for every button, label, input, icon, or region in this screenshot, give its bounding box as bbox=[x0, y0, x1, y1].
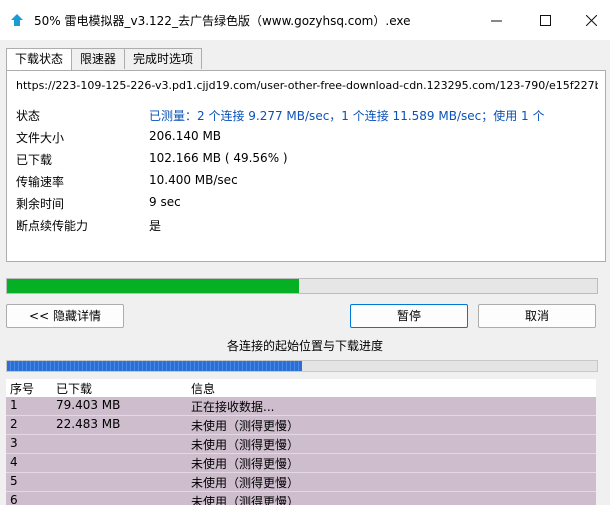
download-status-panel: https://223-109-125-226-v3.pd1.cjjd19.co… bbox=[6, 70, 606, 262]
download-progress-fill bbox=[7, 279, 300, 293]
transfer-rate-label: 传输速率 bbox=[16, 175, 65, 189]
download-progress-bar bbox=[6, 278, 598, 294]
tab-completion-options[interactable]: 完成时选项 bbox=[124, 48, 203, 69]
hide-details-button[interactable]: << 隐藏详情 bbox=[6, 304, 124, 328]
info-row-status: 状态 已测量：2 个连接 9.277 MB/sec，1 个连接 11.589 M… bbox=[16, 107, 601, 125]
row-info: 未使用（测得更慢） bbox=[191, 457, 300, 471]
window-title: 50% 雷电模拟器_v3.122_去广告绿色版（www.gozyhsq.com）… bbox=[34, 14, 411, 28]
table-header: 序号 已下载 信息 bbox=[6, 379, 596, 396]
table-row[interactable]: 2 22.483 MB 未使用（测得更慢） bbox=[6, 416, 596, 435]
close-button[interactable] bbox=[571, 8, 610, 32]
column-header-downloaded[interactable]: 已下载 bbox=[56, 380, 92, 397]
info-row-time-left: 剩余时间 9 sec bbox=[16, 195, 601, 213]
row-info: 未使用（测得更慢） bbox=[191, 419, 300, 433]
row-number: 6 bbox=[10, 493, 18, 505]
row-info: 正在接收数据... bbox=[191, 400, 275, 414]
connections-table[interactable]: 序号 已下载 信息 1 79.403 MB 正在接收数据... 2 22.483… bbox=[6, 379, 596, 505]
tab-speed-limiter[interactable]: 限速器 bbox=[71, 48, 126, 69]
info-row-resume-capability: 断点续传能力 是 bbox=[16, 217, 601, 235]
column-header-info[interactable]: 信息 bbox=[191, 380, 215, 397]
time-left-value: 9 sec bbox=[149, 195, 181, 209]
close-icon bbox=[585, 14, 597, 26]
row-number: 3 bbox=[10, 436, 18, 450]
table-row[interactable]: 6 未使用（测得更慢） bbox=[6, 492, 596, 505]
connections-caption: 各连接的起始位置与下载进度 bbox=[226, 339, 383, 353]
tab-download-status[interactable]: 下载状态 bbox=[6, 48, 73, 71]
table-row[interactable]: 5 未使用（测得更慢） bbox=[6, 473, 596, 492]
file-size-value: 206.140 MB bbox=[149, 129, 222, 143]
pause-button[interactable]: 暂停 bbox=[350, 304, 468, 328]
status-value: 已测量：2 个连接 9.277 MB/sec，1 个连接 11.589 MB/s… bbox=[149, 109, 545, 123]
row-number: 5 bbox=[10, 474, 18, 488]
transfer-rate-value: 10.400 MB/sec bbox=[149, 173, 238, 187]
row-downloaded: 22.483 MB bbox=[56, 417, 121, 431]
time-left-label: 剩余时间 bbox=[16, 197, 65, 211]
info-row-transfer-rate: 传输速率 10.400 MB/sec bbox=[16, 173, 601, 191]
row-number: 1 bbox=[10, 398, 18, 412]
resume-capability-value: 是 bbox=[149, 219, 162, 233]
connection-segments-bar bbox=[6, 360, 598, 372]
downloaded-value: 102.166 MB ( 49.56% ) bbox=[149, 151, 288, 165]
table-row[interactable]: 4 未使用（测得更慢） bbox=[6, 454, 596, 473]
info-row-downloaded: 已下载 102.166 MB ( 49.56% ) bbox=[16, 151, 601, 169]
downloaded-label: 已下载 bbox=[16, 153, 53, 167]
minimize-icon bbox=[490, 20, 502, 21]
minimize-button[interactable] bbox=[476, 8, 516, 32]
cancel-button[interactable]: 取消 bbox=[478, 304, 596, 328]
table-body: 1 79.403 MB 正在接收数据... 2 22.483 MB 未使用（测得… bbox=[6, 397, 596, 505]
resume-capability-label: 断点续传能力 bbox=[16, 219, 89, 233]
maximize-icon bbox=[539, 14, 551, 26]
table-row[interactable]: 1 79.403 MB 正在接收数据... bbox=[6, 397, 596, 416]
row-number: 4 bbox=[10, 455, 18, 469]
row-number: 2 bbox=[10, 417, 18, 431]
row-info: 未使用（测得更慢） bbox=[191, 495, 300, 505]
download-url: https://223-109-125-226-v3.pd1.cjjd19.co… bbox=[16, 79, 598, 92]
column-header-number[interactable]: 序号 bbox=[10, 380, 34, 397]
table-row[interactable]: 3 未使用（测得更慢） bbox=[6, 435, 596, 454]
connection-segments-fill bbox=[7, 361, 302, 371]
dialog-client: 下载状态 限速器 完成时选项 https://223-109-125-226-v… bbox=[0, 40, 610, 505]
title-bar: 50% 雷电模拟器_v3.122_去广告绿色版（www.gozyhsq.com）… bbox=[0, 0, 610, 40]
tab-strip: 下载状态 限速器 完成时选项 bbox=[6, 48, 203, 71]
row-info: 未使用（测得更慢） bbox=[191, 438, 300, 452]
maximize-button[interactable] bbox=[525, 8, 565, 32]
row-info: 未使用（测得更慢） bbox=[191, 476, 300, 490]
row-downloaded: 79.403 MB bbox=[56, 398, 121, 412]
file-size-label: 文件大小 bbox=[16, 131, 65, 145]
info-row-file-size: 文件大小 206.140 MB bbox=[16, 129, 601, 147]
status-label: 状态 bbox=[16, 109, 41, 123]
download-app-icon bbox=[11, 14, 23, 26]
